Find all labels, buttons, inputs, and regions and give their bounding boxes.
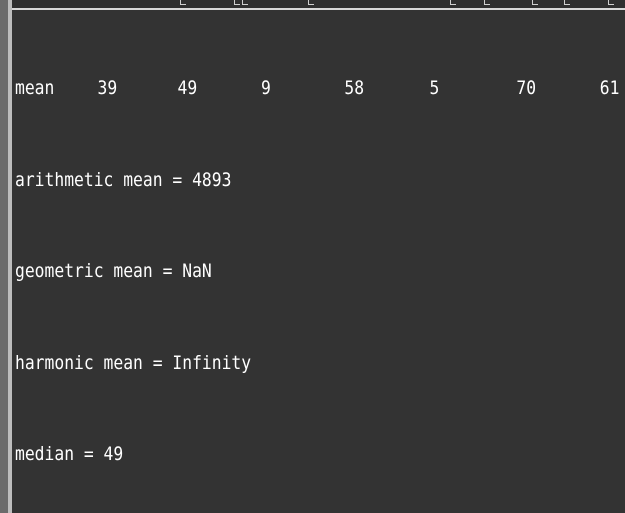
terminal-window: mean 39 49 9 58 5 70 61 arithmetic mean … (0, 0, 625, 513)
value-cell: 5 (429, 77, 440, 99)
top-fragment (450, 0, 456, 5)
top-fragment (242, 0, 248, 5)
values-row: mean 39 49 9 58 5 70 61 (15, 73, 619, 104)
value-cell: 9 (260, 77, 271, 99)
row-label: mean (15, 77, 55, 99)
value-cell: 39 (97, 77, 118, 99)
harmonic-mean-line: harmonic mean = Infinity (15, 351, 252, 374)
arithmetic-mean-line: arithmetic mean = 4893 (15, 168, 232, 191)
top-fragment (484, 0, 490, 5)
value-cell: 70 (516, 77, 537, 99)
median-line: median = 49 (15, 443, 124, 465)
top-cropped-strip (12, 0, 625, 10)
value-cell: 58 (344, 77, 365, 99)
value-cell: 49 (177, 77, 198, 99)
top-fragment (308, 0, 314, 5)
window-left-border (0, 0, 8, 513)
top-fragment (180, 0, 186, 5)
top-fragment (608, 0, 614, 5)
geometric-mean-line: geometric mean = NaN (15, 260, 212, 282)
top-fragment (564, 0, 570, 5)
value-cell: 61 (599, 77, 620, 99)
top-fragment (234, 0, 240, 5)
window-left-border-highlight (8, 0, 12, 513)
top-fragment (532, 0, 538, 5)
console-output: mean 39 49 9 58 5 70 61 arithmetic mean … (15, 12, 619, 502)
